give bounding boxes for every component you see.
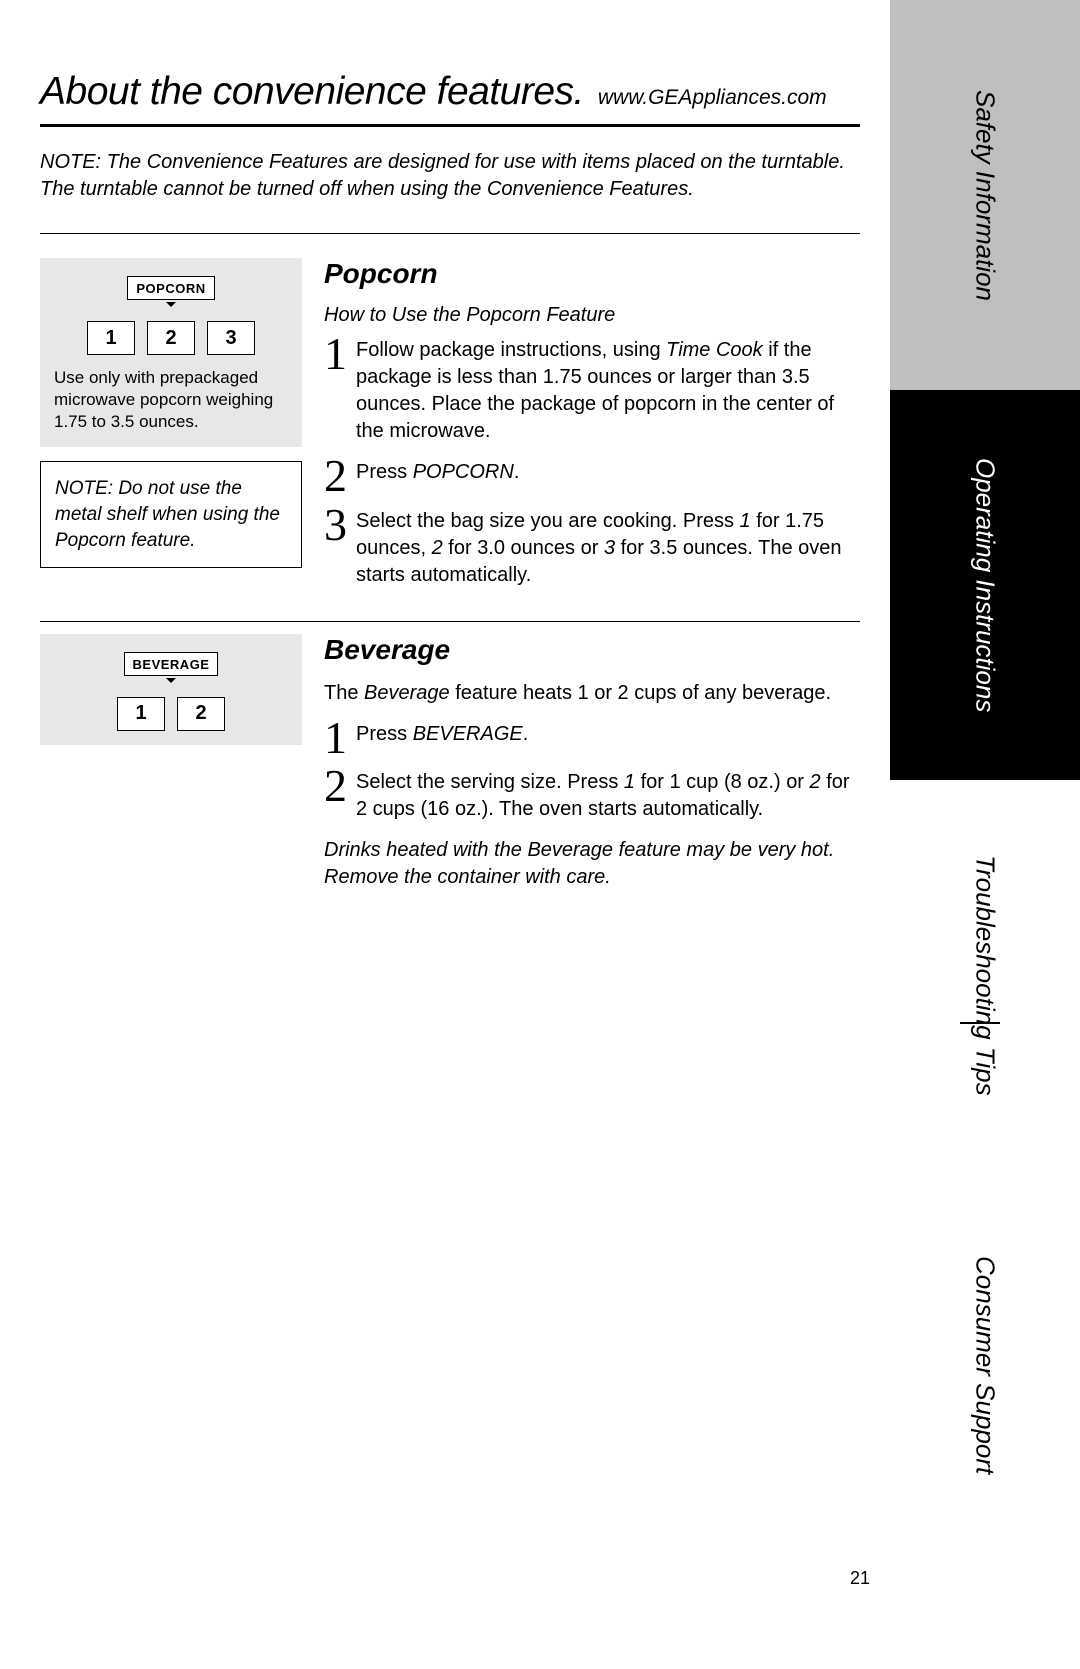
popcorn-step-1: 1 Follow package instructions, using Tim… bbox=[324, 337, 860, 445]
beverage-button: BEVERAGE bbox=[124, 652, 219, 676]
tab-troubleshooting-tips: Troubleshooting Tips bbox=[890, 780, 1080, 1170]
step-number: 2 bbox=[324, 769, 350, 823]
page-number: 21 bbox=[850, 1568, 870, 1589]
step-number: 1 bbox=[324, 337, 350, 445]
top-note: NOTE: The Convenience Features are desig… bbox=[40, 149, 860, 234]
keyword: 3 bbox=[604, 537, 615, 559]
popcorn-title: Popcorn bbox=[324, 258, 860, 290]
popcorn-size-1-button: 1 bbox=[87, 321, 135, 355]
popcorn-panel-caption: Use only with prepackaged microwave popc… bbox=[54, 367, 288, 433]
keyword: BEVERAGE bbox=[413, 723, 523, 745]
step-text: Press bbox=[356, 723, 413, 745]
step-number: 2 bbox=[324, 459, 350, 494]
keyword: POPCORN bbox=[413, 461, 514, 483]
step-number: 1 bbox=[324, 721, 350, 756]
tab-divider bbox=[960, 1022, 1000, 1024]
step-text: for 3.0 ounces or bbox=[443, 537, 604, 559]
step-text: for 1 cup (8 oz.) or bbox=[635, 771, 810, 793]
beverage-step-1: 1 Press BEVERAGE. bbox=[324, 721, 860, 756]
beverage-caution: Drinks heated with the Beverage feature … bbox=[324, 837, 860, 891]
chevron-down-icon bbox=[166, 302, 176, 307]
keyword: 1 bbox=[740, 510, 751, 532]
step-text: Select the bag size you are cooking. Pre… bbox=[356, 510, 740, 532]
section-popcorn: POPCORN 1 2 3 Use only with prepackaged … bbox=[40, 246, 860, 622]
step-text: . bbox=[523, 723, 529, 745]
beverage-intro: The Beverage feature heats 1 or 2 cups o… bbox=[324, 680, 860, 707]
popcorn-size-3-button: 3 bbox=[207, 321, 255, 355]
beverage-size-2-button: 2 bbox=[177, 697, 225, 731]
step-text: Press bbox=[356, 461, 413, 483]
section-beverage: BEVERAGE 1 2 Beverage The Beverage featu… bbox=[40, 622, 860, 910]
popcorn-step-2: 2 Press POPCORN. bbox=[324, 459, 860, 494]
popcorn-panel: POPCORN 1 2 3 Use only with prepackaged … bbox=[40, 258, 302, 447]
popcorn-note-box: NOTE: Do not use the metal shelf when us… bbox=[40, 461, 302, 568]
chevron-down-icon bbox=[166, 678, 176, 683]
side-tabs: Safety Information Operating Instruction… bbox=[890, 0, 1080, 1560]
tab-safety-information: Safety Information bbox=[890, 0, 1080, 390]
step-number: 3 bbox=[324, 508, 350, 589]
popcorn-subtitle: How to Use the Popcorn Feature bbox=[324, 304, 860, 327]
keyword: Time Cook bbox=[666, 339, 763, 361]
beverage-size-1-button: 1 bbox=[117, 697, 165, 731]
keyword: 2 bbox=[432, 537, 443, 559]
step-text: Select the serving size. Press bbox=[356, 771, 624, 793]
step-text: . bbox=[514, 461, 520, 483]
beverage-step-2: 2 Select the serving size. Press 1 for 1… bbox=[324, 769, 860, 823]
popcorn-step-3: 3 Select the bag size you are cooking. P… bbox=[324, 508, 860, 589]
step-text: Follow package instructions, using bbox=[356, 339, 666, 361]
page-url: www.GEAppliances.com bbox=[598, 86, 827, 110]
tab-consumer-support: Consumer Support bbox=[890, 1170, 1080, 1560]
popcorn-size-2-button: 2 bbox=[147, 321, 195, 355]
beverage-panel: BEVERAGE 1 2 bbox=[40, 634, 302, 745]
popcorn-button: POPCORN bbox=[127, 276, 214, 300]
keyword: 1 bbox=[624, 771, 635, 793]
tab-operating-instructions: Operating Instructions bbox=[890, 390, 1080, 780]
page-title: About the convenience features. bbox=[40, 70, 584, 114]
keyword: 2 bbox=[810, 771, 821, 793]
beverage-title: Beverage bbox=[324, 634, 860, 666]
